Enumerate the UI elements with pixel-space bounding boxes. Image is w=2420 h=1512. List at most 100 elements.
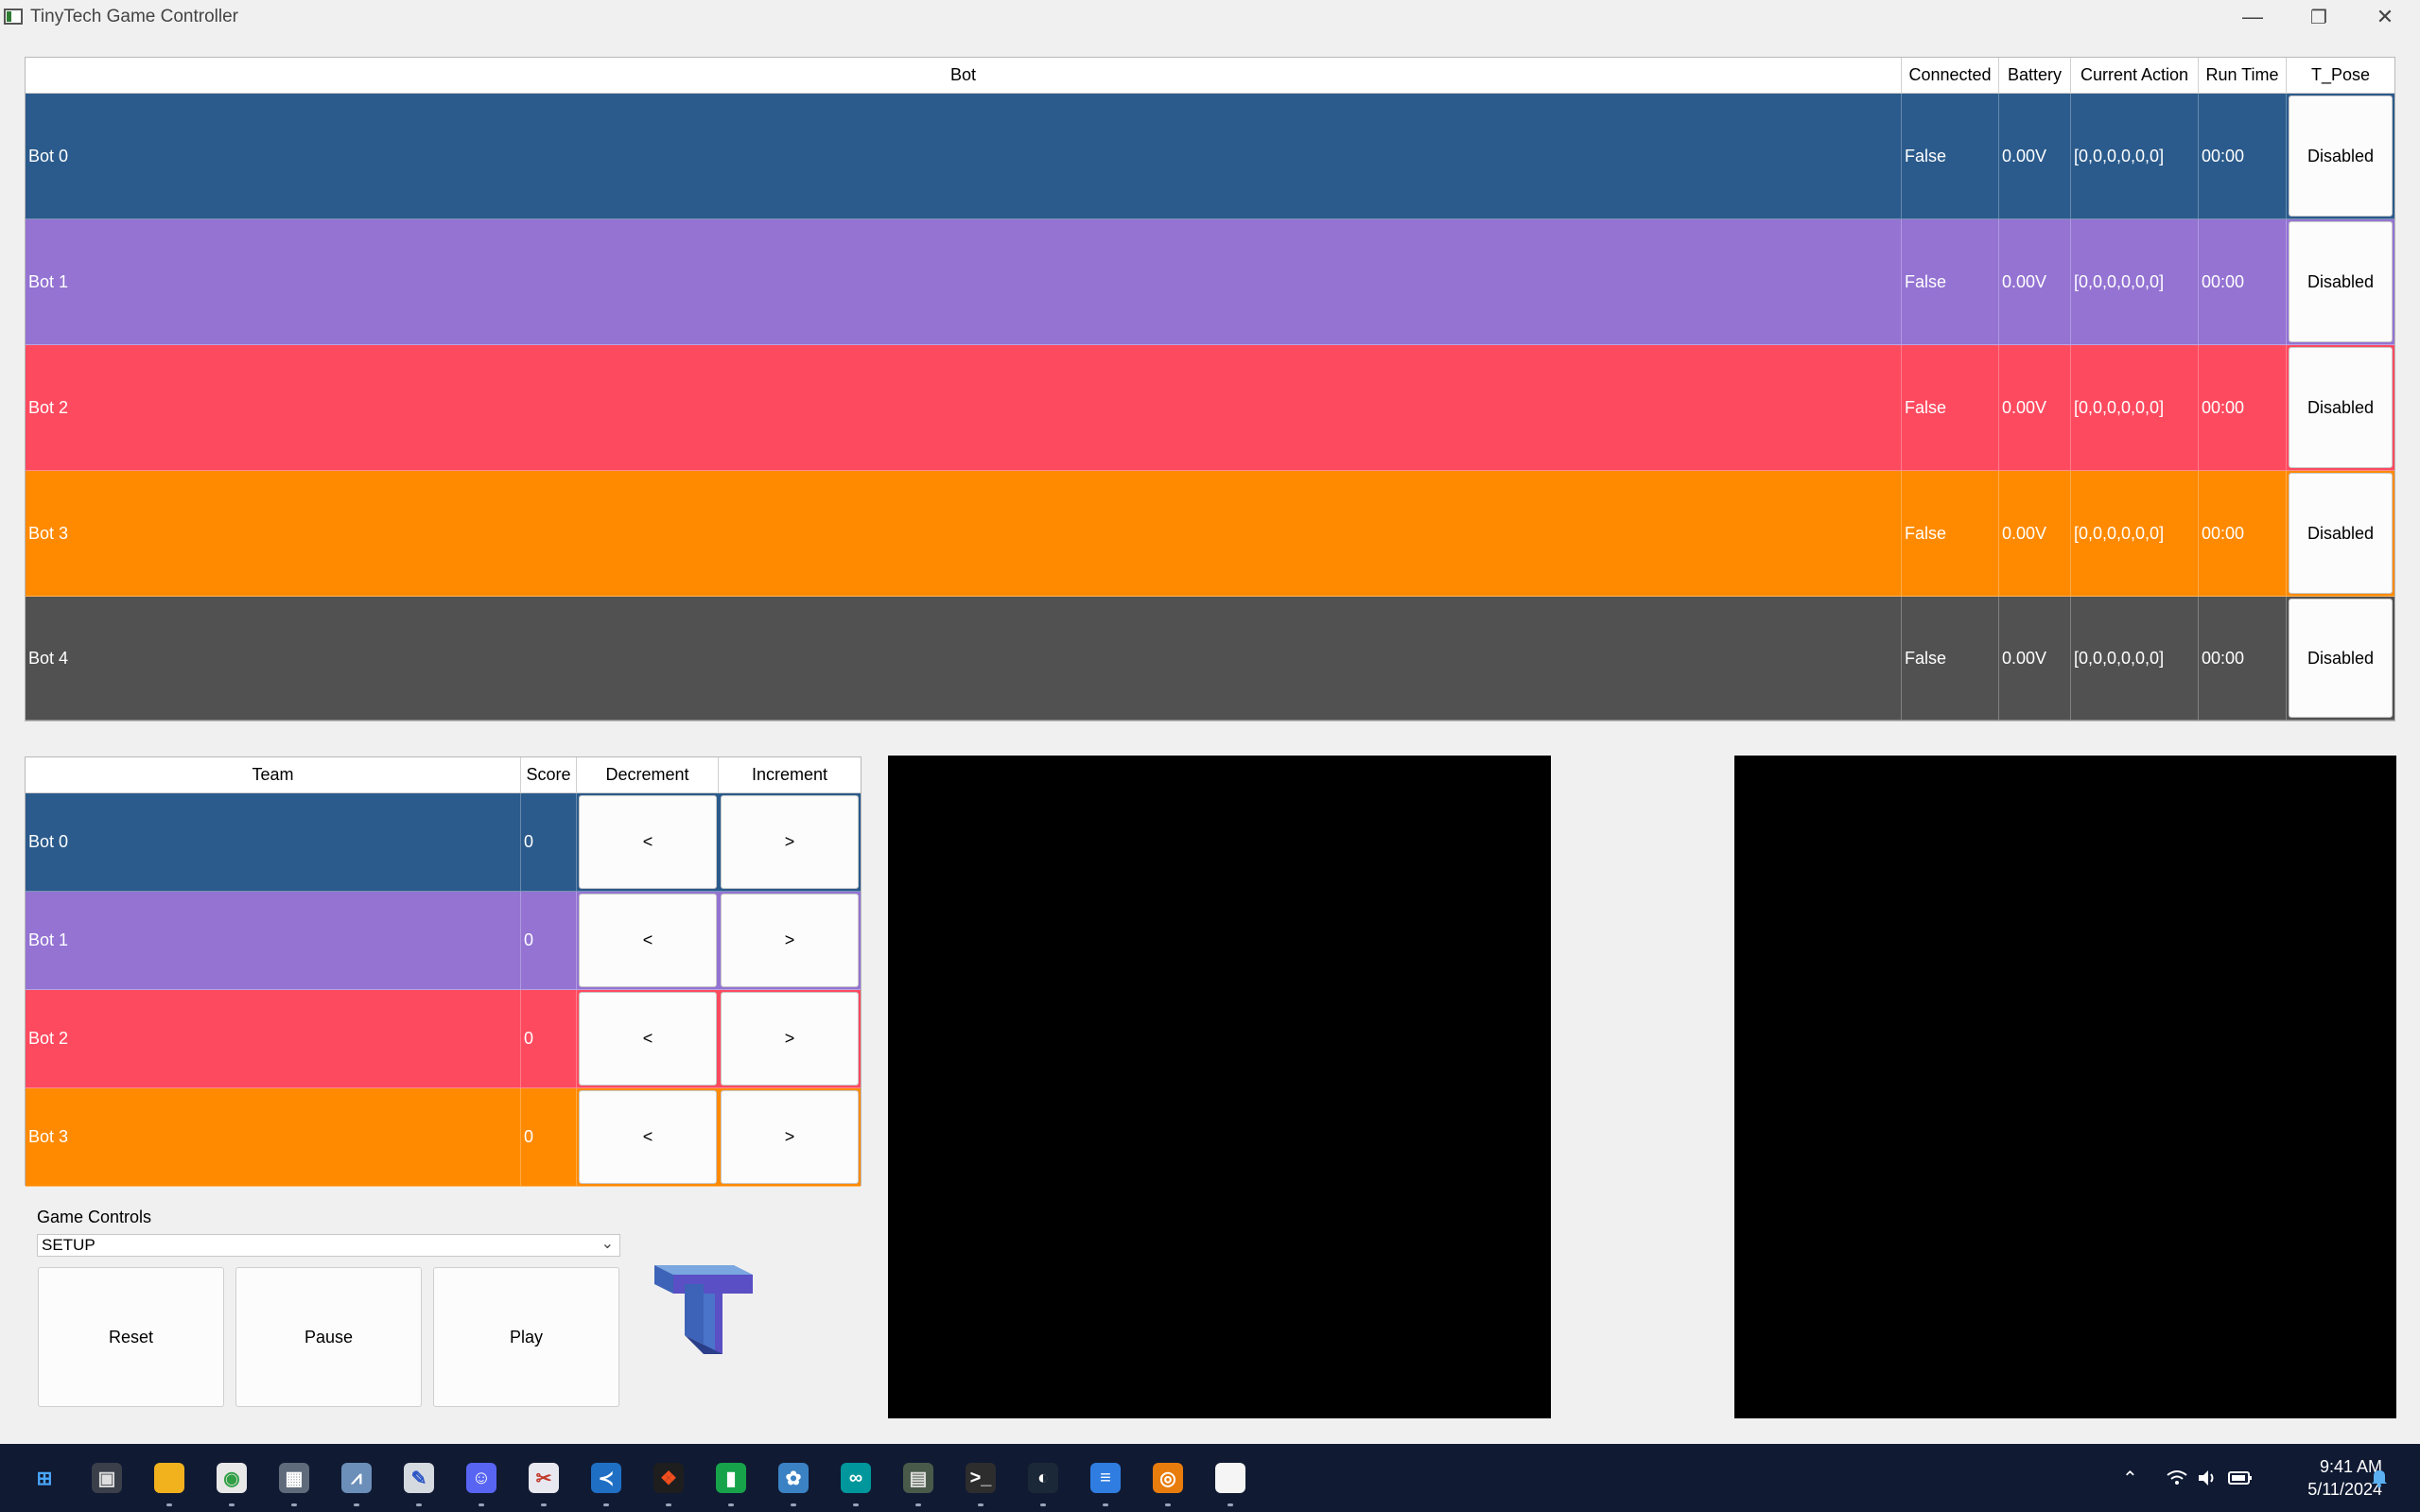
pause-button[interactable]: Pause — [235, 1267, 422, 1407]
increment-button[interactable]: > — [721, 1090, 859, 1184]
run-time-cell[interactable]: 00:00 — [2199, 471, 2287, 596]
t-pose-button[interactable]: Disabled — [2289, 599, 2393, 718]
column-header-current-action[interactable]: Current Action — [2071, 58, 2199, 94]
bot-name-cell[interactable]: Bot 1 — [26, 219, 1902, 344]
arduino-icon[interactable]: ∞ — [841, 1463, 871, 1493]
terminal-icon[interactable]: >_ — [966, 1463, 996, 1493]
camera-feed-left — [888, 756, 1551, 1418]
connected-cell[interactable]: False — [1902, 471, 1999, 596]
file-explorer-icon[interactable] — [154, 1463, 184, 1493]
play-button[interactable]: Play — [433, 1267, 619, 1407]
increment-button[interactable]: > — [721, 992, 859, 1086]
game-state-value: SETUP — [42, 1236, 96, 1254]
circuit-icon[interactable]: ▤ — [903, 1463, 933, 1493]
battery-cell[interactable]: 0.00V — [1999, 94, 2071, 218]
minimize-button[interactable]: — — [2220, 0, 2286, 34]
running-indicator — [354, 1503, 359, 1506]
increment-button[interactable]: > — [721, 894, 859, 987]
current-action-cell[interactable]: [0,0,0,0,0,0] — [2071, 94, 2199, 218]
column-header-score[interactable]: Score — [521, 757, 577, 793]
calculator-icon[interactable]: ▦ — [279, 1463, 309, 1493]
task-view-icon[interactable]: ▣ — [92, 1463, 122, 1493]
column-header-run-time[interactable]: Run Time — [2199, 58, 2287, 94]
column-header-increment[interactable]: Increment — [719, 757, 861, 793]
running-indicator — [229, 1503, 235, 1506]
battery-cell[interactable]: 0.00V — [1999, 219, 2071, 344]
t-pose-button[interactable]: Disabled — [2289, 221, 2393, 342]
t-pose-button[interactable]: Disabled — [2289, 96, 2393, 217]
battery-icon[interactable] — [2228, 1444, 2253, 1512]
running-indicator — [166, 1503, 172, 1506]
column-header-t-pose[interactable]: T_Pose — [2287, 58, 2394, 94]
game-state-dropdown[interactable]: SETUP ⌄ — [37, 1234, 620, 1257]
camera-feed-right — [1734, 756, 2396, 1418]
task-manager-icon[interactable]: ⩘ — [341, 1463, 372, 1493]
paint-icon[interactable]: ✎ — [404, 1463, 434, 1493]
current-action-cell[interactable]: [0,0,0,0,0,0] — [2071, 597, 2199, 720]
chrome-icon[interactable]: ◉ — [217, 1463, 247, 1493]
sheets-icon[interactable]: ▮ — [716, 1463, 746, 1493]
davinci-icon[interactable]: ✿ — [778, 1463, 809, 1493]
wifi-icon[interactable] — [2166, 1444, 2188, 1512]
team-cell[interactable]: Bot 2 — [26, 990, 521, 1087]
bot-name-cell[interactable]: Bot 4 — [26, 597, 1902, 720]
reset-button[interactable]: Reset — [38, 1267, 224, 1407]
column-header-battery[interactable]: Battery — [1999, 58, 2071, 94]
battery-cell[interactable]: 0.00V — [1999, 597, 2071, 720]
score-cell[interactable]: 0 — [521, 892, 577, 989]
current-action-cell[interactable]: [0,0,0,0,0,0] — [2071, 219, 2199, 344]
column-header-connected[interactable]: Connected — [1902, 58, 1999, 94]
steam-icon[interactable]: ◐ — [1028, 1463, 1058, 1493]
window-title: TinyTech Game Controller — [30, 7, 238, 26]
t-pose-button[interactable]: Disabled — [2289, 473, 2393, 594]
volume-icon[interactable] — [2197, 1444, 2218, 1512]
decrement-button[interactable]: < — [579, 894, 717, 987]
notepad-icon[interactable]: ≡ — [1090, 1463, 1121, 1493]
table-row: Bot 1 False 0.00V [0,0,0,0,0,0] 00:00 Disable… — [26, 219, 2394, 345]
column-header-team[interactable]: Team — [26, 757, 521, 793]
blender-icon[interactable]: ◎ — [1153, 1463, 1183, 1493]
show-hidden-icons-button[interactable]: ⌃ — [2122, 1444, 2138, 1512]
increment-cell: > — [719, 892, 861, 989]
bot-name-cell[interactable]: Bot 0 — [26, 94, 1902, 218]
running-indicator — [291, 1503, 297, 1506]
team-cell[interactable]: Bot 3 — [26, 1088, 521, 1186]
decrement-button[interactable]: < — [579, 1090, 717, 1184]
bot-name-cell[interactable]: Bot 3 — [26, 471, 1902, 596]
score-cell[interactable]: 0 — [521, 990, 577, 1087]
run-time-cell[interactable]: 00:00 — [2199, 597, 2287, 720]
battery-cell[interactable]: 0.00V — [1999, 345, 2071, 470]
connected-cell[interactable]: False — [1902, 597, 1999, 720]
run-time-cell[interactable]: 00:00 — [2199, 345, 2287, 470]
team-cell[interactable]: Bot 0 — [26, 793, 521, 891]
battery-cell[interactable]: 0.00V — [1999, 471, 2071, 596]
start-icon[interactable]: ⊞ — [29, 1463, 60, 1493]
t-pose-button[interactable]: Disabled — [2289, 347, 2393, 468]
run-time-cell[interactable]: 00:00 — [2199, 94, 2287, 218]
figma-icon[interactable]: ❖ — [653, 1463, 684, 1493]
increment-button[interactable]: > — [721, 795, 859, 889]
discord-icon[interactable]: ☺ — [466, 1463, 496, 1493]
file-icon[interactable] — [1215, 1463, 1245, 1493]
current-action-cell[interactable]: [0,0,0,0,0,0] — [2071, 345, 2199, 470]
close-button[interactable]: ✕ — [2352, 0, 2418, 34]
restore-button[interactable]: ❐ — [2286, 0, 2352, 34]
score-cell[interactable]: 0 — [521, 1088, 577, 1186]
decrement-button[interactable]: < — [579, 992, 717, 1086]
column-header-bot[interactable]: Bot — [26, 58, 1902, 94]
connected-cell[interactable]: False — [1902, 94, 1999, 218]
notification-bell-icon[interactable] — [2370, 1444, 2389, 1512]
connected-cell[interactable]: False — [1902, 345, 1999, 470]
score-cell[interactable]: 0 — [521, 793, 577, 891]
decrement-button[interactable]: < — [579, 795, 717, 889]
team-cell[interactable]: Bot 1 — [26, 892, 521, 989]
table-row: Bot 1 0 < > — [26, 892, 861, 990]
column-header-decrement[interactable]: Decrement — [577, 757, 719, 793]
bot-name-cell[interactable]: Bot 2 — [26, 345, 1902, 470]
vscode-icon[interactable]: ≺ — [591, 1463, 621, 1493]
t-pose-cell: Disabled — [2287, 345, 2394, 470]
current-action-cell[interactable]: [0,0,0,0,0,0] — [2071, 471, 2199, 596]
run-time-cell[interactable]: 00:00 — [2199, 219, 2287, 344]
snipping-tool-icon[interactable]: ✂ — [529, 1463, 559, 1493]
connected-cell[interactable]: False — [1902, 219, 1999, 344]
